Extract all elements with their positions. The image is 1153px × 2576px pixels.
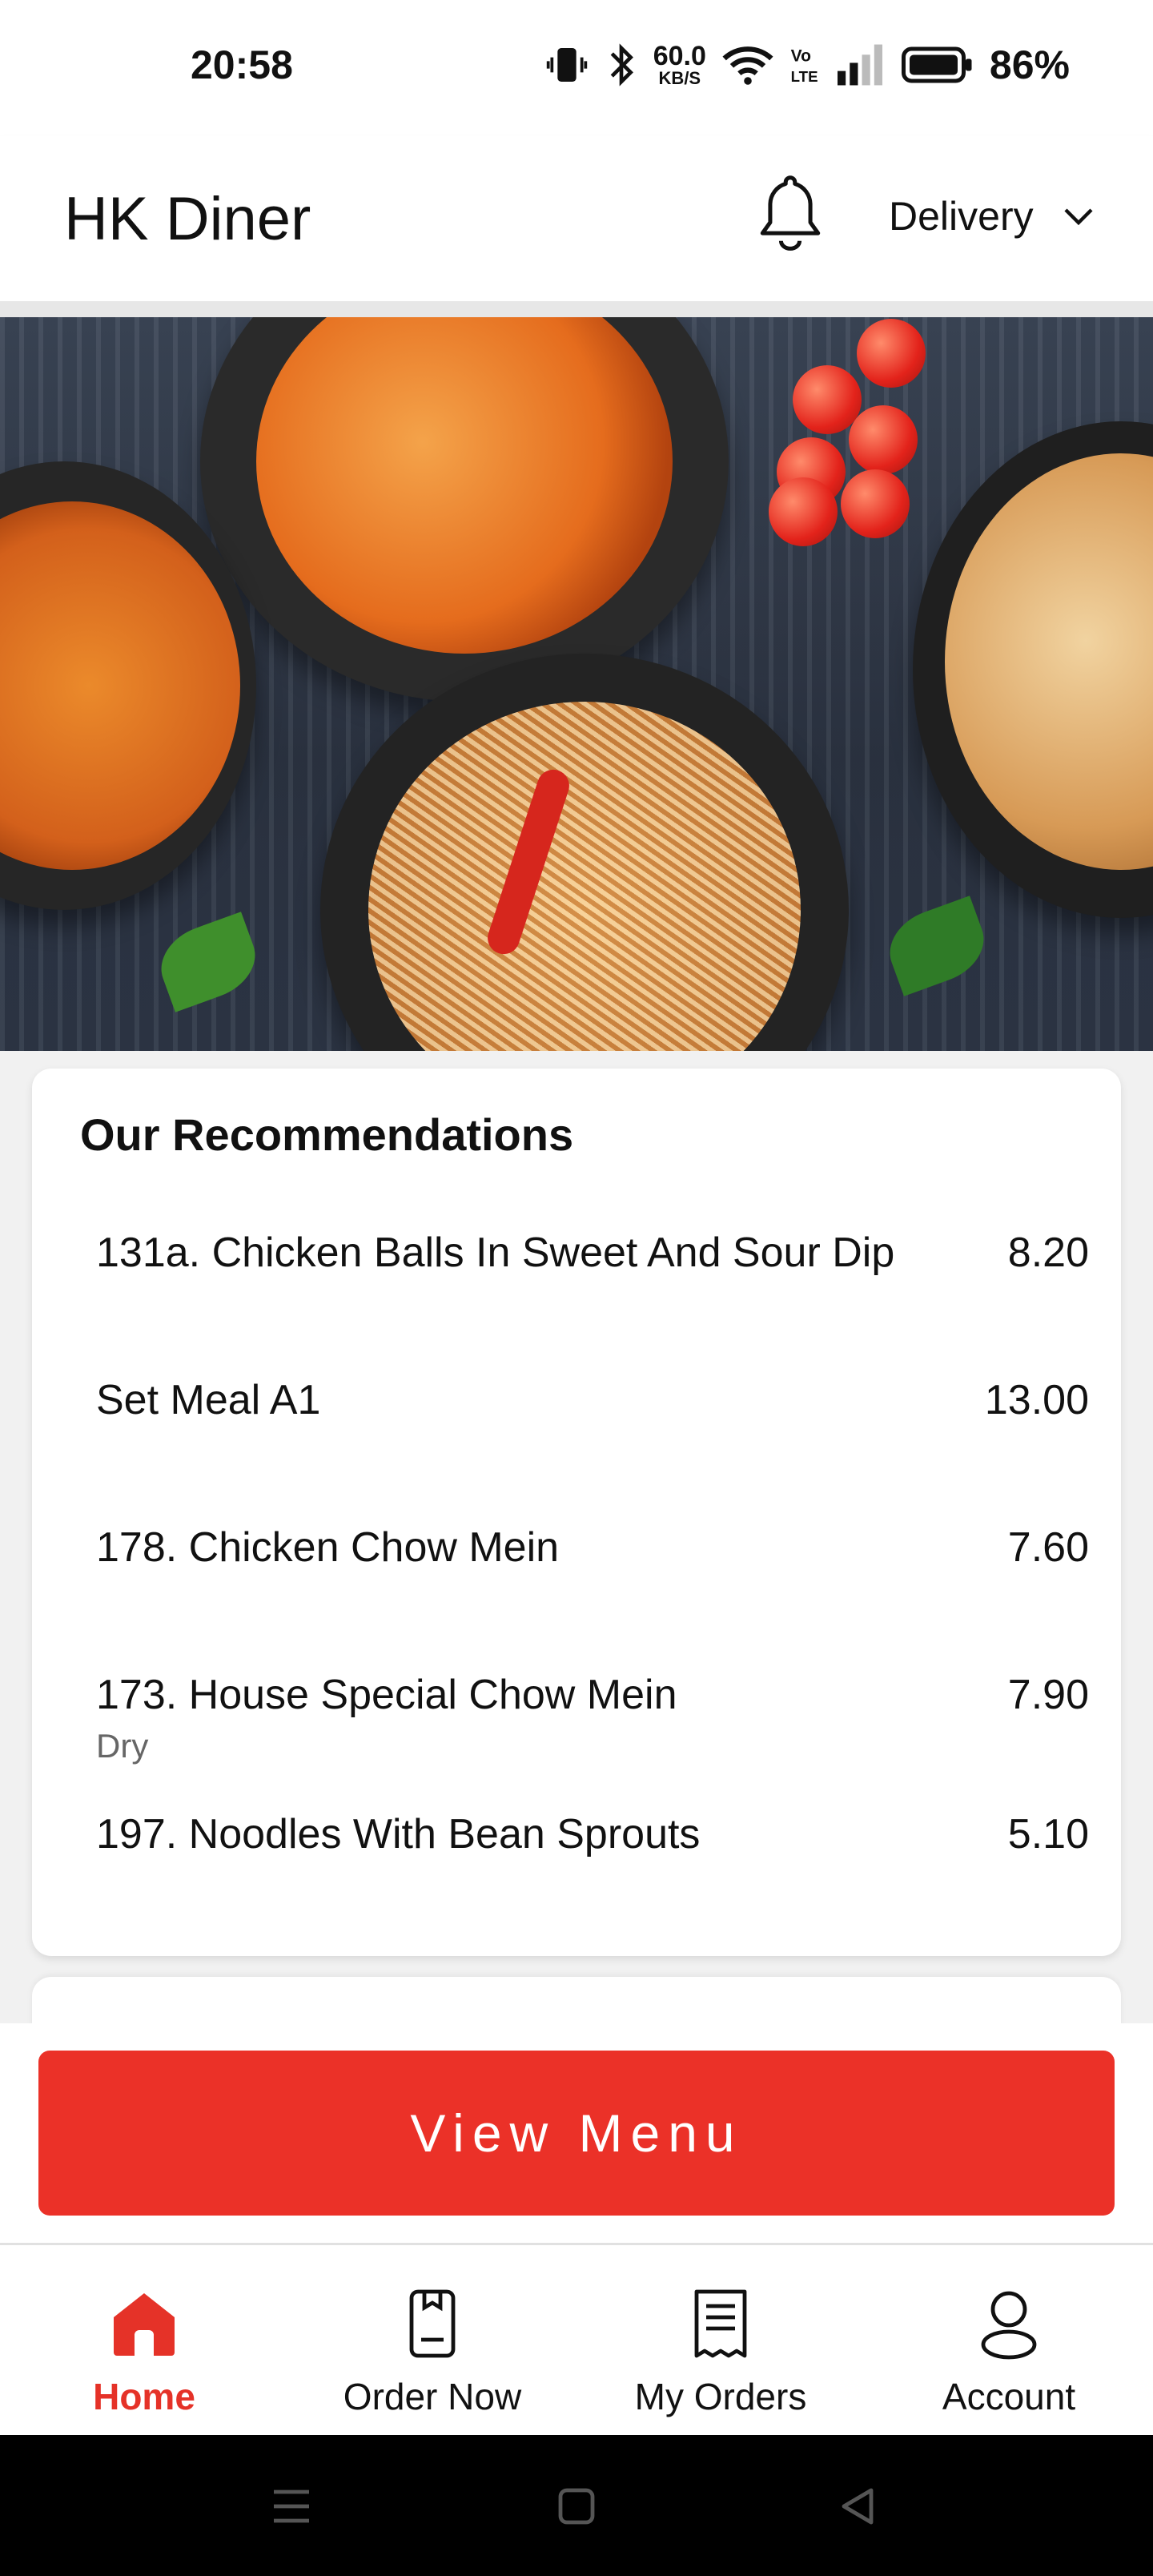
network-speed: 60.0 KB/S — [653, 42, 706, 87]
order-icon — [409, 2289, 456, 2358]
user-icon — [981, 2291, 1037, 2360]
hero-plate-noodles — [320, 654, 849, 1051]
wifi-icon — [722, 46, 773, 85]
home-icon — [114, 2293, 175, 2356]
recommendation-price: 8.20 — [1007, 1230, 1089, 1276]
app-header: HK Diner Delivery — [0, 136, 1153, 301]
recommendation-name: 131a. Chicken Balls In Sweet And Sour Di… — [96, 1230, 895, 1276]
bottom-navigation: Home Order Now My Orders Account — [0, 2245, 1153, 2435]
nav-label-account: Account — [942, 2376, 1076, 2417]
recommendation-price: 7.90 — [1007, 1672, 1089, 1718]
recommendations-title: Our Recommendations — [80, 1109, 574, 1160]
chevron-down-icon — [1064, 208, 1093, 226]
battery-icon — [901, 46, 972, 83]
recommendation-price: 13.00 — [984, 1377, 1089, 1423]
signal-icon — [837, 44, 882, 86]
delivery-mode-dropdown[interactable]: Delivery — [889, 184, 1095, 248]
recommendation-price: 5.10 — [1007, 1811, 1089, 1858]
recommendation-name: 173. House Special Chow Mein — [96, 1672, 677, 1718]
notification-bell-icon[interactable] — [753, 171, 828, 258]
nav-label-my-orders: My Orders — [634, 2376, 807, 2417]
recommendations-card: Our Recommendations 131a. Chicken Balls … — [32, 1069, 1121, 1956]
nav-item-home[interactable]: Home — [0, 2245, 288, 2435]
recommendation-item[interactable]: Set Meal A1 13.00 — [96, 1376, 1089, 1464]
nav-label-home: Home — [93, 2376, 195, 2417]
nav-label-order-now: Order Now — [343, 2376, 522, 2417]
recommendation-item[interactable]: 178. Chicken Chow Mein 7.60 — [96, 1523, 1089, 1612]
hero-plate-rice — [913, 421, 1153, 918]
hero-tomato — [849, 405, 918, 474]
recent-apps-icon[interactable] — [269, 2485, 314, 2528]
view-menu-button[interactable]: View Menu — [38, 2051, 1115, 2216]
recommendation-name: 197. Noodles With Bean Sprouts — [96, 1811, 701, 1858]
recommendation-name: Set Meal A1 — [96, 1377, 321, 1423]
status-time: 20:58 — [191, 42, 293, 87]
nav-item-account[interactable]: Account — [865, 2245, 1153, 2435]
status-icons: 60.0 KB/S Vo LTE 86% — [544, 38, 1070, 91]
vibrate-icon — [546, 48, 587, 82]
nav-item-my-orders[interactable]: My Orders — [576, 2245, 865, 2435]
svg-text:LTE: LTE — [791, 68, 818, 85]
hero-plate-prawns — [200, 317, 729, 702]
volte-icon: Vo LTE — [791, 46, 818, 85]
status-bar: 20:58 60.0 KB/S Vo LTE 86% — [0, 0, 1153, 136]
hero-tomato — [769, 477, 838, 546]
hero-tomato — [857, 319, 926, 388]
recommendation-item[interactable]: 131a. Chicken Balls In Sweet And Sour Di… — [96, 1229, 1089, 1317]
network-speed-value: 60.0 — [653, 41, 706, 71]
hero-tomato — [793, 365, 862, 434]
hero-tomato — [841, 469, 910, 538]
recommendation-price: 7.60 — [1007, 1524, 1089, 1571]
hero-basil — [879, 896, 994, 996]
hero-parsley — [151, 912, 266, 1012]
home-button-icon[interactable] — [554, 2485, 599, 2528]
svg-text:Vo: Vo — [791, 46, 811, 65]
recommendation-name: 178. Chicken Chow Mein — [96, 1524, 560, 1571]
network-speed-unit: KB/S — [658, 68, 701, 88]
battery-percentage: 86% — [989, 42, 1070, 87]
hero-food-banner — [0, 317, 1153, 1051]
nav-item-order-now[interactable]: Order Now — [288, 2245, 576, 2435]
recommendation-note: Dry — [96, 1727, 149, 1765]
bluetooth-icon — [610, 43, 633, 87]
delivery-mode-label: Delivery — [889, 194, 1034, 239]
back-icon[interactable] — [836, 2485, 881, 2528]
system-navigation-bar — [0, 2435, 1153, 2576]
recommendation-item[interactable]: 197. Noodles With Bean Sprouts 5.10 — [96, 1810, 1089, 1898]
receipt-icon — [694, 2289, 747, 2358]
recommendation-item[interactable]: 173. House Special Chow Mein 7.90 Dry — [96, 1671, 1089, 1775]
header-divider — [0, 301, 1153, 317]
app-title: HK Diner — [64, 185, 311, 253]
